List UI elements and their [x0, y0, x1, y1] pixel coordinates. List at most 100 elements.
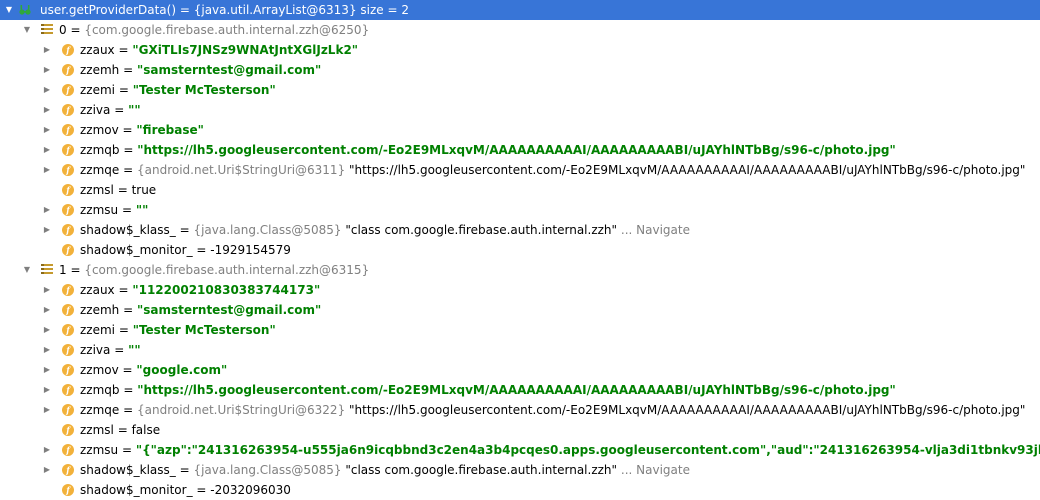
field-icon: f	[62, 344, 74, 356]
tree-row-item[interactable]: ▼ 1 = {com.google.firebase.auth.internal.…	[0, 260, 1040, 280]
equals-sign: =	[119, 143, 138, 157]
collapse-arrow-icon[interactable]: ▶	[40, 380, 54, 400]
tree-row-field[interactable]: ▶ f zzemi = "Tester McTesterson"	[0, 320, 1040, 340]
tree-row-field[interactable]: ▶ f zzmqb = "https://lh5.googleusercontent…	[0, 380, 1040, 400]
tree-row-field[interactable]: f shadow$_monitor_ = -1929154579	[0, 240, 1040, 260]
field-value: "google.com"	[136, 363, 228, 377]
field-icon: f	[62, 244, 74, 256]
collapse-arrow-icon[interactable]: ▶	[40, 220, 54, 240]
field-name: zzmov	[80, 363, 119, 377]
tree-row-field[interactable]: ▶ f zzmov = "firebase"	[0, 120, 1040, 140]
field-value: "class com.google.firebase.auth.internal…	[345, 223, 618, 237]
field-name: zzmsl	[80, 423, 114, 437]
expand-arrow-icon[interactable]: ▼	[2, 0, 16, 20]
field-icon: f	[62, 424, 74, 436]
tree-row-item[interactable]: ▼ 0 = {com.google.firebase.auth.internal.…	[0, 20, 1040, 40]
field-value: ""	[128, 343, 141, 357]
field-label: zzaux = "GXiTLIs7JNSz9WNAtJntXGlJzLk2"	[80, 40, 358, 60]
field-name: zzmqb	[80, 143, 120, 157]
tree-row-field[interactable]: ▶ f zzaux = "112200210830383744173"	[0, 280, 1040, 300]
field-name: shadow$_monitor_	[80, 243, 193, 257]
tree-row-field[interactable]: ▶ f zzmqb = "https://lh5.googleusercontent…	[0, 140, 1040, 160]
collapse-arrow-icon[interactable]: ▶	[40, 140, 54, 160]
field-value: "https://lh5.googleusercontent.com/-Eo2E…	[137, 143, 896, 157]
collapse-arrow-icon[interactable]: ▶	[40, 60, 54, 80]
collapse-arrow-icon[interactable]: ▶	[40, 340, 54, 360]
tree-row-field[interactable]: ▶ f zziva = ""	[0, 100, 1040, 120]
equals-sign: =	[66, 23, 85, 37]
collapse-arrow-icon[interactable]: ▶	[40, 300, 54, 320]
navigate-link[interactable]: ... Navigate	[621, 463, 690, 477]
item-type: {com.google.firebase.auth.internal.zzh@6…	[84, 23, 370, 37]
tree-row-field[interactable]: ▶ f zziva = ""	[0, 340, 1040, 360]
tree-row-field[interactable]: f shadow$_monitor_ = -2032096030	[0, 480, 1040, 500]
collapse-arrow-icon[interactable]: ▶	[40, 100, 54, 120]
field-label: shadow$_monitor_ = -2032096030	[80, 480, 291, 500]
field-label: zzemi = "Tester McTesterson"	[80, 80, 276, 100]
field-label: zzmqe = {android.net.Uri$StringUri@6311}…	[80, 160, 1025, 180]
tree-row-field[interactable]: ▶ f zzmov = "google.com"	[0, 360, 1040, 380]
tree-row-field[interactable]: ▶ f zzemh = "samsterntest@gmail.com"	[0, 60, 1040, 80]
field-name: shadow$_monitor_	[80, 483, 193, 497]
equals-sign: =	[110, 343, 129, 357]
navigate-link[interactable]: ... Navigate	[621, 223, 690, 237]
field-name: zzemh	[80, 63, 120, 77]
field-value: "samsterntest@gmail.com"	[136, 63, 322, 77]
expand-arrow-icon[interactable]: ▼	[20, 20, 34, 40]
collapse-arrow-icon[interactable]: ▶	[40, 400, 54, 420]
equals-sign: =	[115, 323, 133, 337]
field-icon: f	[62, 444, 74, 456]
equals-sign: =	[192, 243, 211, 257]
field-icon: f	[62, 364, 74, 376]
collapse-arrow-icon[interactable]: ▶	[40, 320, 54, 340]
field-value: "samsterntest@gmail.com"	[136, 303, 322, 317]
collapse-arrow-icon[interactable]: ▶	[40, 80, 54, 100]
tree-row-field[interactable]: f zzmsl = false	[0, 420, 1040, 440]
field-label: zzmqb = "https://lh5.googleusercontent.c…	[80, 380, 896, 400]
field-name: zzemi	[80, 83, 116, 97]
collapse-arrow-icon[interactable]: ▶	[40, 440, 54, 460]
field-icon: f	[62, 184, 74, 196]
field-icon: f	[62, 384, 74, 396]
equals-sign: =	[118, 123, 137, 137]
field-name: zzaux	[80, 43, 115, 57]
equals-sign: =	[110, 103, 129, 117]
collapse-arrow-icon[interactable]: ▶	[40, 120, 54, 140]
collapse-arrow-icon[interactable]: ▶	[40, 200, 54, 220]
expand-arrow-icon[interactable]: ▼	[20, 260, 34, 280]
root-label: user.getProviderData() = {java.util.Arra…	[40, 0, 409, 20]
collapse-arrow-icon[interactable]: ▶	[40, 40, 54, 60]
tree-row-field[interactable]: ▶ f zzmqe = {android.net.Uri$StringUri@632…	[0, 400, 1040, 420]
equals-sign: =	[119, 163, 137, 177]
field-label: zzmsl = true	[80, 180, 156, 200]
collapse-arrow-icon[interactable]: ▶	[40, 280, 54, 300]
tree-row-field[interactable]: ▶ f shadow$_klass_ = {java.lang.Class@5085…	[0, 220, 1040, 240]
equals-sign: =	[118, 203, 136, 217]
collapse-arrow-icon[interactable]: ▶	[40, 160, 54, 180]
field-name: zzmsl	[80, 183, 114, 197]
field-name: shadow$_klass_	[80, 463, 176, 477]
tree-row-field[interactable]: ▶ f zzemh = "samsterntest@gmail.com"	[0, 300, 1040, 320]
field-icon: f	[62, 44, 74, 56]
field-icon: f	[62, 284, 74, 296]
collapse-arrow-icon[interactable]: ▶	[40, 360, 54, 380]
field-value: "class com.google.firebase.auth.internal…	[345, 463, 618, 477]
field-name: shadow$_klass_	[80, 223, 176, 237]
watch-glasses-icon	[19, 5, 31, 15]
tree-row-field[interactable]: ▶ f zzmsu = "{"azp":"241316263954-u555ja6n…	[0, 440, 1040, 460]
equals-sign: =	[113, 423, 132, 437]
field-label: zzemi = "Tester McTesterson"	[80, 320, 276, 340]
tree-row-field[interactable]: ▶ f zzmsu = ""	[0, 200, 1040, 220]
field-icon: f	[62, 304, 74, 316]
tree-row-field[interactable]: ▶ f zzemi = "Tester McTesterson"	[0, 80, 1040, 100]
field-value: -2032096030	[210, 483, 291, 497]
field-name: zzemi	[80, 323, 116, 337]
tree-row-root[interactable]: ▼ user.getProviderData() = {java.util.Ar…	[0, 0, 1040, 20]
collapse-arrow-icon[interactable]: ▶	[40, 460, 54, 480]
tree-row-field[interactable]: f zzmsl = true	[0, 180, 1040, 200]
tree-row-field[interactable]: ▶ f zzaux = "GXiTLIs7JNSz9WNAtJntXGlJzLk2"	[0, 40, 1040, 60]
field-icon: f	[62, 64, 74, 76]
tree-row-field[interactable]: ▶ f shadow$_klass_ = {java.lang.Class@5085…	[0, 460, 1040, 480]
tree-row-field[interactable]: ▶ f zzmqe = {android.net.Uri$StringUri@631…	[0, 160, 1040, 180]
equals-sign: =	[192, 483, 211, 497]
